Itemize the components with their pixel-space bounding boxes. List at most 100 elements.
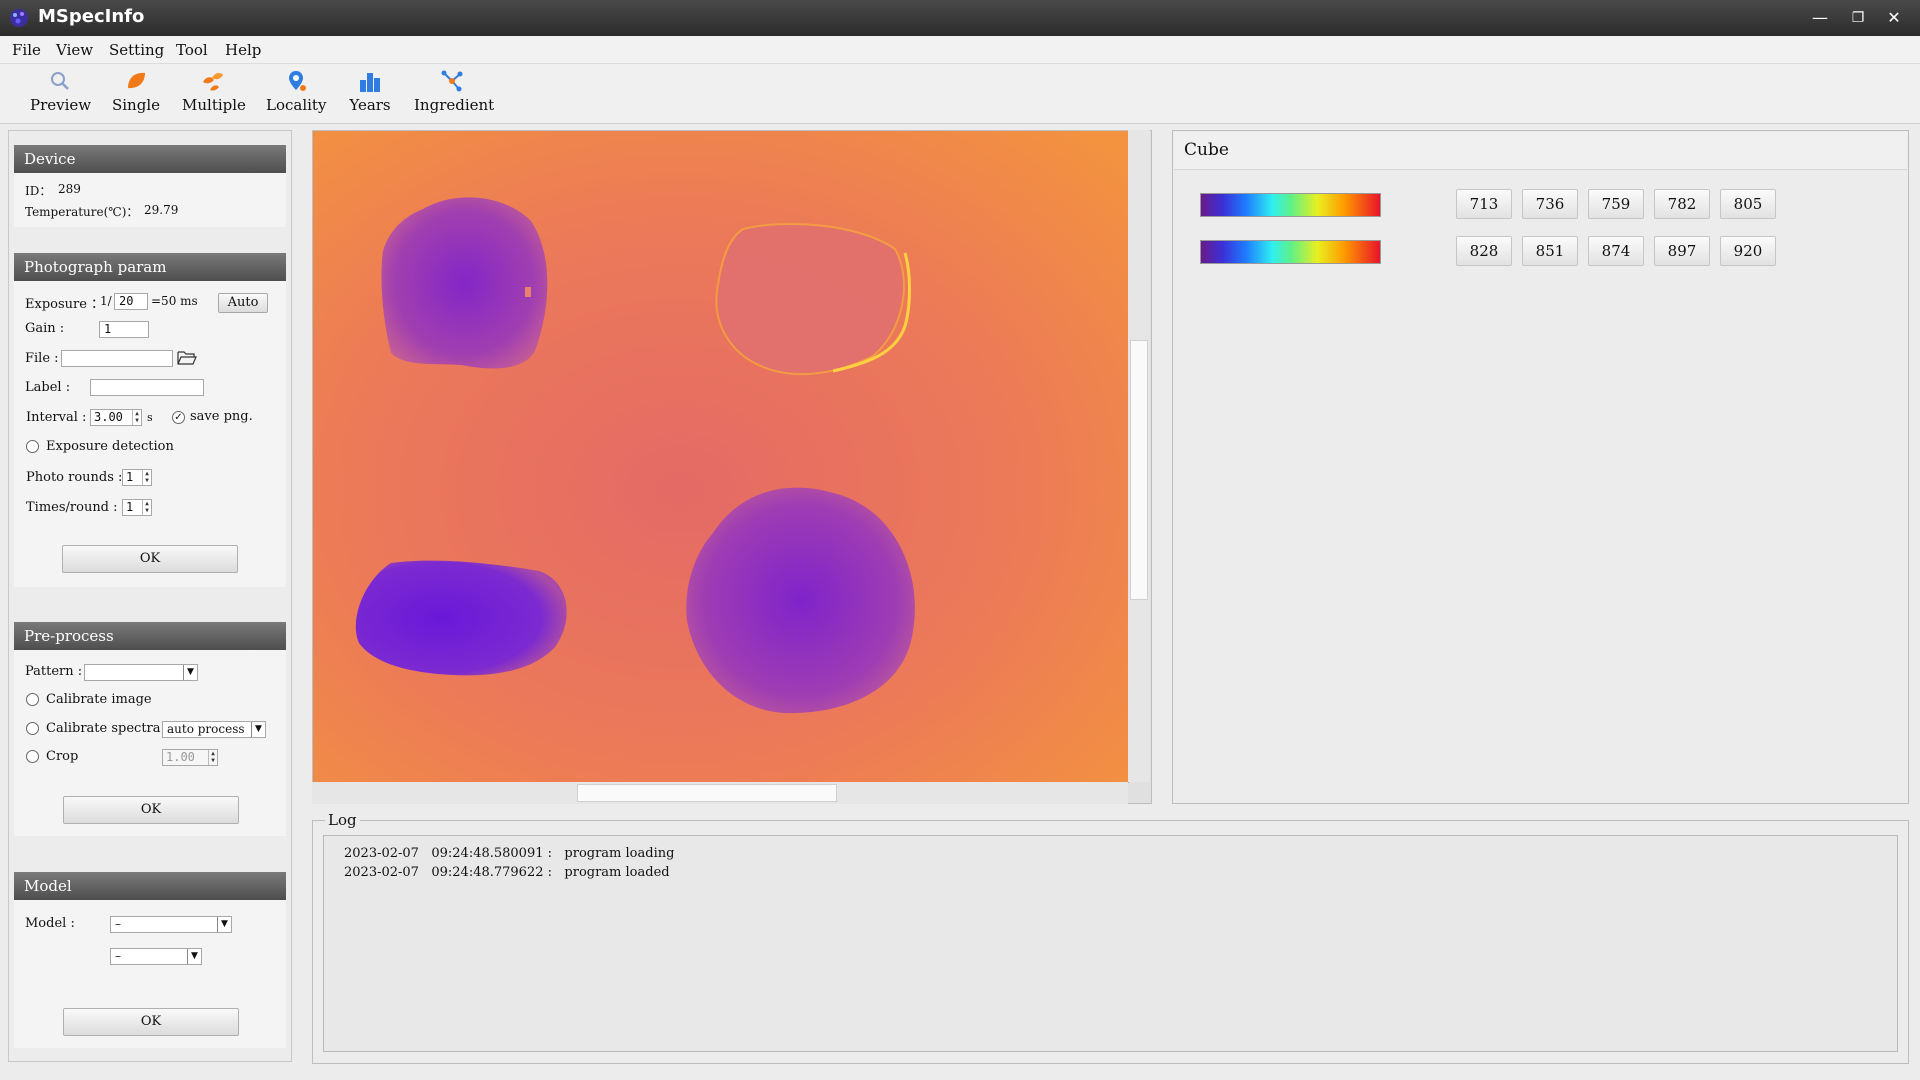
interval-spinbox[interactable]: 3.00 ▲ ▼ xyxy=(90,409,142,426)
times-round-value: 1 xyxy=(126,500,134,514)
exposure-detection-label: Exposure detection xyxy=(46,439,174,454)
spin-arrows-icon[interactable]: ▲ ▼ xyxy=(142,500,151,515)
molecule-icon xyxy=(441,70,463,92)
close-button[interactable]: ✕ xyxy=(1880,6,1908,30)
pattern-label: Pattern : xyxy=(25,664,83,679)
device-header: Device xyxy=(14,145,286,173)
band-button-736[interactable]: 736 xyxy=(1522,189,1578,219)
band-button-851[interactable]: 851 xyxy=(1522,236,1578,266)
single-button[interactable]: Single xyxy=(110,68,162,120)
band-button-874[interactable]: 874 xyxy=(1588,236,1644,266)
calibrate-image-radio[interactable] xyxy=(26,693,39,706)
band-button-782[interactable]: 782 xyxy=(1654,189,1710,219)
chevron-down-icon: ▼ xyxy=(217,917,231,932)
band-button-713[interactable]: 713 xyxy=(1456,189,1512,219)
spin-arrows-icon[interactable]: ▲ ▼ xyxy=(208,750,217,765)
minimize-button[interactable]: — xyxy=(1806,6,1834,30)
device-section: ID： 289 Temperature(℃)： 29.79 xyxy=(14,173,286,227)
cube-header: Cube xyxy=(1174,132,1907,170)
exposure-prefix: 1/ xyxy=(100,294,112,308)
file-label: File : xyxy=(25,351,59,366)
log-line: 2023-02-07 09:24:48.779622 : program loa… xyxy=(344,865,670,880)
image-horizontal-scrollbar[interactable] xyxy=(312,782,1128,804)
location-pin-icon xyxy=(289,71,306,91)
photo-rounds-value: 1 xyxy=(126,470,134,484)
preview-button[interactable]: Preview xyxy=(30,68,91,120)
device-id-label: ID： xyxy=(25,184,52,198)
band-button-805[interactable]: 805 xyxy=(1720,189,1776,219)
pre-process-section: Pattern : ▼ Calibrate image Calibrate sp… xyxy=(14,650,286,836)
band-button-759[interactable]: 759 xyxy=(1588,189,1644,219)
ingredient-button[interactable]: Ingredient xyxy=(414,68,494,120)
save-png-checkbox[interactable]: ✓ xyxy=(172,411,185,424)
years-button[interactable]: Years xyxy=(348,68,392,120)
menu-help[interactable]: Help xyxy=(225,41,261,59)
temperature-label: Temperature(℃)： xyxy=(25,205,139,219)
exposure-label: Exposure ： xyxy=(25,297,105,312)
band-button-897[interactable]: 897 xyxy=(1654,236,1710,266)
interval-value: 3.00 xyxy=(94,410,123,424)
auto-exposure-button[interactable]: Auto xyxy=(218,293,268,313)
pre-process-ok-button[interactable]: OK xyxy=(63,796,239,824)
crop-spinbox[interactable]: 1.00 ▲ ▼ xyxy=(162,749,218,766)
chevron-down-icon: ▼ xyxy=(183,665,197,680)
title-bar: MSpecInfo — ❐ ✕ xyxy=(0,0,1920,36)
chevron-down-icon: ▼ xyxy=(251,722,265,737)
crop-radio[interactable] xyxy=(26,750,39,763)
pre-process-header: Pre-process xyxy=(14,622,286,650)
multiple-button[interactable]: Multiple xyxy=(182,68,246,120)
model-sub-dropdown[interactable]: – ▼ xyxy=(110,948,202,965)
horizontal-scroll-thumb[interactable] xyxy=(577,784,837,802)
toolbar: Preview Single Multiple Locality Years I… xyxy=(0,64,1920,124)
menu-view[interactable]: View xyxy=(56,41,93,59)
menu-file[interactable]: File xyxy=(12,41,41,59)
image-view xyxy=(312,130,1152,804)
cube-panel: Cube 713 736 759 782 805 828 851 874 897… xyxy=(1172,130,1909,804)
exposure-input[interactable]: 20 xyxy=(114,293,148,310)
exposure-ms: =50 ms xyxy=(151,294,198,308)
vertical-scroll-thumb[interactable] xyxy=(1130,340,1148,600)
band-button-920[interactable]: 920 xyxy=(1720,236,1776,266)
model-dropdown[interactable]: – ▼ xyxy=(110,916,232,933)
band-button-828[interactable]: 828 xyxy=(1456,236,1512,266)
chevron-down-icon: ▼ xyxy=(187,949,201,964)
years-label: Years xyxy=(349,96,391,114)
menu-setting[interactable]: Setting xyxy=(109,41,164,59)
image-vertical-scrollbar[interactable] xyxy=(1128,130,1150,782)
gain-input[interactable]: 1 xyxy=(99,321,149,338)
magnifier-icon xyxy=(51,72,69,90)
folder-open-icon[interactable] xyxy=(177,349,197,366)
leaf-icon xyxy=(128,72,145,89)
model-ok-button[interactable]: OK xyxy=(63,1008,239,1036)
model-header: Model xyxy=(14,872,286,900)
exposure-detection-radio[interactable] xyxy=(26,440,39,453)
file-input[interactable] xyxy=(61,350,173,367)
log-output[interactable]: 2023-02-07 09:24:48.580091 : program loa… xyxy=(323,835,1898,1052)
calibrate-spectra-radio[interactable] xyxy=(26,722,39,735)
colorbar-row-1 xyxy=(1200,193,1381,217)
spin-arrows-icon[interactable]: ▲ ▼ xyxy=(142,470,151,485)
app-title: MSpecInfo xyxy=(38,6,145,27)
locality-button[interactable]: Locality xyxy=(266,68,326,120)
calibrate-spectra-dropdown[interactable]: auto process ▼ xyxy=(162,721,266,738)
menu-tool[interactable]: Tool xyxy=(176,41,208,59)
crop-label: Crop xyxy=(46,749,79,764)
times-round-spinbox[interactable]: 1 ▲ ▼ xyxy=(122,499,152,516)
log-line: 2023-02-07 09:24:48.580091 : program loa… xyxy=(344,846,675,861)
restore-button[interactable]: ❐ xyxy=(1844,6,1872,30)
log-group: Log 2023-02-07 09:24:48.580091 : program… xyxy=(312,811,1909,1064)
hyperspectral-image[interactable] xyxy=(313,131,1129,783)
label-label: Label : xyxy=(25,380,71,395)
interval-label: Interval : xyxy=(26,410,87,425)
calibrate-spectra-mode: auto process xyxy=(167,722,245,736)
photo-rounds-spinbox[interactable]: 1 ▲ ▼ xyxy=(122,469,152,486)
photograph-ok-button[interactable]: OK xyxy=(62,545,238,573)
multiple-label: Multiple xyxy=(182,96,246,114)
photograph-param-section: Exposure ： 1/ 20 =50 ms Auto Gain : 1 Fi… xyxy=(14,281,286,587)
label-input[interactable] xyxy=(90,379,204,396)
colorbar-row-2 xyxy=(1200,240,1381,264)
model-value: – xyxy=(115,917,121,931)
pattern-dropdown[interactable]: ▼ xyxy=(84,664,198,681)
spin-arrows-icon[interactable]: ▲ ▼ xyxy=(132,410,141,425)
model-sub-value: – xyxy=(115,949,121,963)
